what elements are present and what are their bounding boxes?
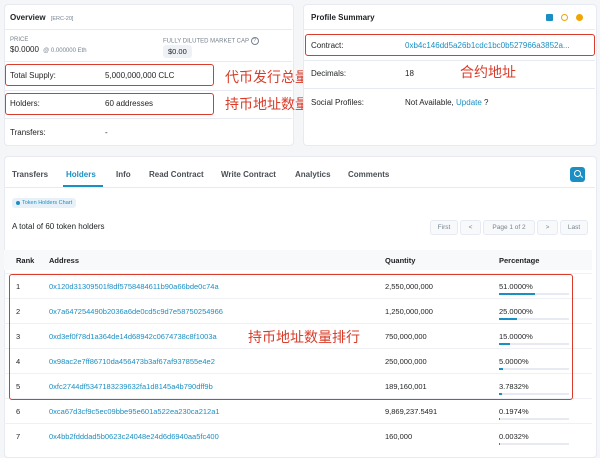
pagination-first[interactable]: First [430,220,458,235]
total-holders-text: A total of 60 token holders [12,222,105,231]
token-icon[interactable] [576,14,583,21]
header-address: Address [49,256,79,265]
table-row: 6 0xca67d3cf9c5ec09bbe95e601a522ea230ca21… [4,398,592,424]
overview-title: Overview [ERC-20] [10,13,73,22]
header-quantity: Quantity [385,256,415,265]
token-holders-chart-button[interactable]: Token Holders Chart [12,198,76,208]
percentage-cell: 0.1974% [499,407,529,416]
pagination-page: Page 1 of 2 [483,220,535,235]
highlight-contract [305,34,595,56]
highlight-total-supply [5,64,214,86]
profile-summary-title: Profile Summary [311,13,375,22]
annotation-contract: 合约地址 [460,62,516,82]
transfers-value: - [105,128,108,137]
tab-holders[interactable]: Holders [66,170,96,179]
token-standard: [ERC-20] [51,16,74,22]
price-value: $0.0000 @ 0.000000 Eth [10,45,87,54]
price-label: PRICE [10,37,28,43]
quantity-cell: 160,000 [385,432,412,441]
percentage-bar-track [499,418,569,420]
annotation-ranking: 持币地址数量排行 [248,327,360,347]
decimals-label: Decimals: [311,69,346,78]
tab-analytics[interactable]: Analytics [295,170,331,179]
annotation-total-supply: 代币发行总量 [225,67,309,87]
social-profiles-label: Social Profiles: [311,98,364,107]
rank-cell: 7 [16,432,20,441]
percentage-bar-track [499,443,569,445]
social-profiles-value: Not Available, Update ? [405,98,489,107]
highlight-holders [5,93,214,115]
pagination-next[interactable]: > [537,220,558,235]
market-cap-label: FULLY DILUTED MARKET CAP ? [163,37,259,45]
holder-address-link[interactable]: 0x4bb2fdddad5b0623c24048e24d6d6940aa5fc4… [49,432,219,441]
profile-summary-card [303,4,597,146]
tab-comments[interactable]: Comments [348,170,389,179]
dot-icon[interactable] [561,14,568,21]
pagination-last[interactable]: Last [560,220,588,235]
search-button[interactable] [570,167,585,182]
market-cap-badge: $0.00 [163,45,192,58]
info-icon[interactable]: ? [251,37,259,45]
rank-cell: 6 [16,407,20,416]
edit-icon[interactable] [546,14,553,21]
tab-read-contract[interactable]: Read Contract [149,170,204,179]
tab-transfers[interactable]: Transfers [12,170,48,179]
quantity-cell: 9,869,237.5491 [385,407,437,416]
holder-address-link[interactable]: 0xca67d3cf9c5ec09bbe95e601a522ea230ca212… [49,407,220,416]
annotation-holders: 持币地址数量 [225,94,309,114]
chart-icon [16,201,20,205]
decimals-value: 18 [405,69,414,78]
table-header: Rank Address Quantity Percentage [4,250,592,270]
header-percentage: Percentage [499,256,539,265]
tab-info[interactable]: Info [116,170,131,179]
header-rank: Rank [16,256,34,265]
table-row: 7 0x4bb2fdddad5b0623c24048e24d6d6940aa5fc… [4,423,592,449]
tab-write-contract[interactable]: Write Contract [221,170,276,179]
transfers-label: Transfers: [10,128,46,137]
percentage-cell: 0.0032% [499,432,529,441]
update-link[interactable]: Update [456,98,482,107]
pagination-prev[interactable]: < [460,220,481,235]
